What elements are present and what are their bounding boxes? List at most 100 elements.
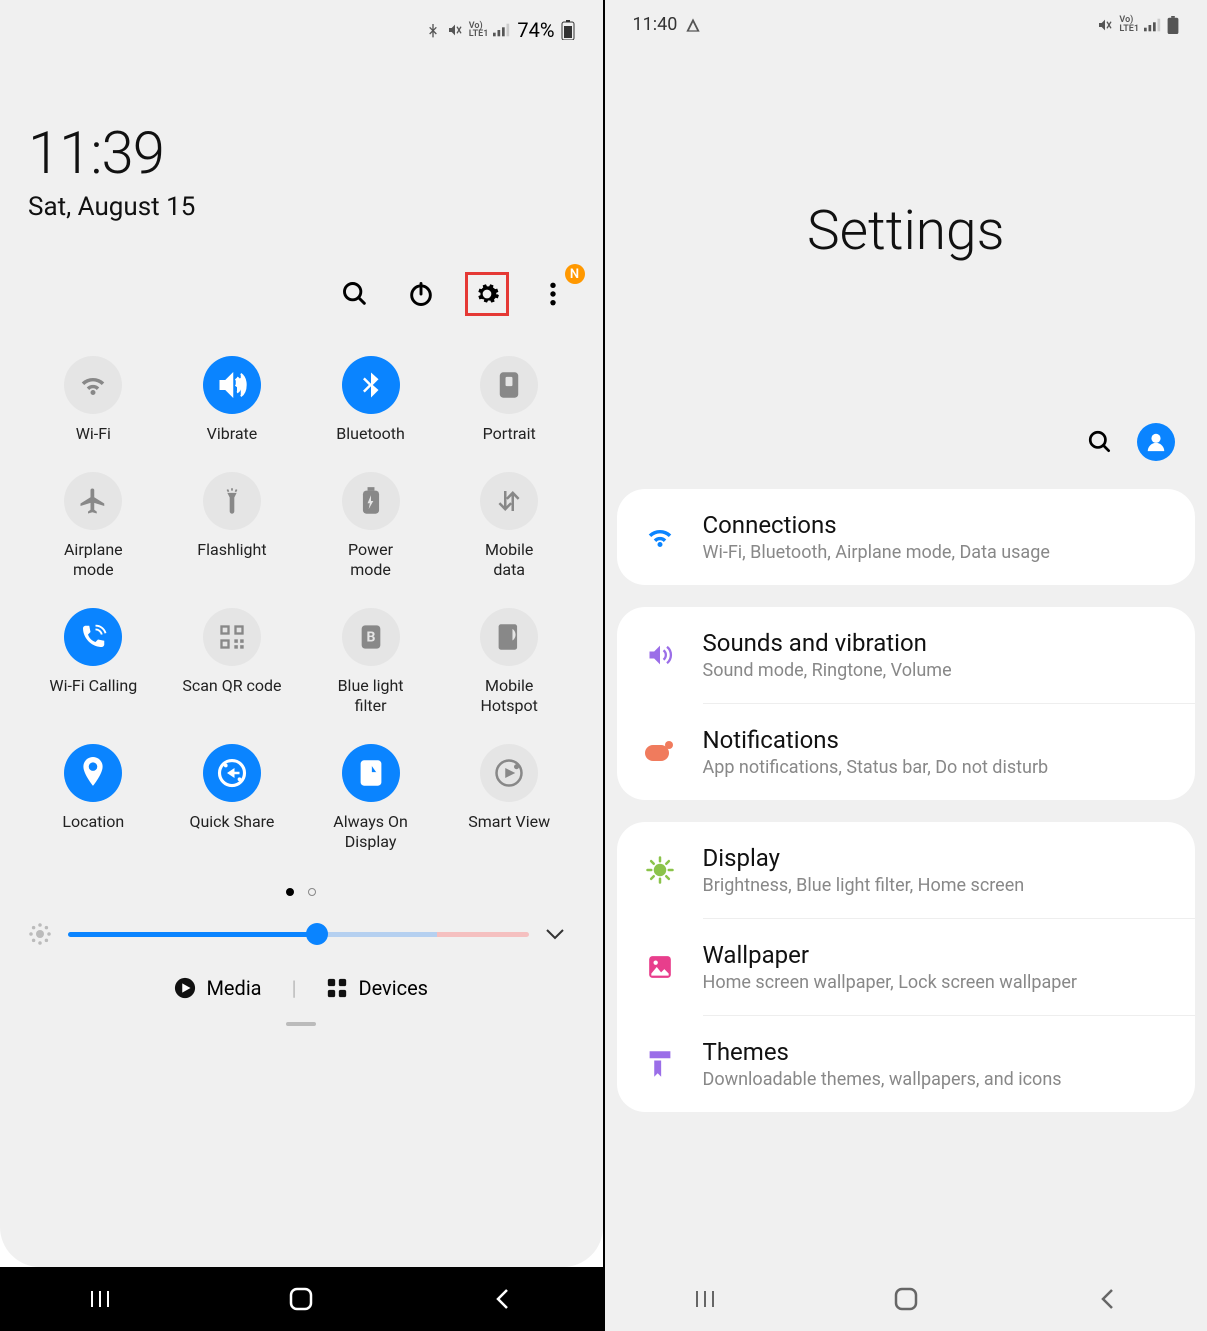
brightness-slider[interactable]: [68, 932, 529, 937]
media-label: Media: [206, 976, 261, 1000]
item-subtitle: App notifications, Status bar, Do not di…: [703, 757, 1170, 778]
qs-tile-mobiledata[interactable]: Mobiledata: [444, 472, 575, 580]
search-button[interactable]: [1087, 429, 1113, 455]
item-subtitle: Brightness, Blue light filter, Home scre…: [703, 875, 1170, 896]
bluetooth-icon: [342, 356, 400, 414]
tile-label: Quick Share: [189, 812, 274, 832]
nav-bar: [0, 1267, 603, 1331]
flashlight-icon: [203, 472, 261, 530]
home-button[interactable]: [876, 1286, 936, 1312]
separator: |: [280, 976, 309, 1000]
more-button[interactable]: N: [531, 272, 575, 316]
recents-button[interactable]: [675, 1289, 735, 1309]
qs-tile-hotspot[interactable]: MobileHotspot: [444, 608, 575, 716]
expand-brightness[interactable]: [545, 928, 575, 940]
settings-item-connections[interactable]: Connections Wi-Fi, Bluetooth, Airplane mo…: [617, 489, 1196, 585]
clock-section: 11:39 Sat, August 15: [0, 60, 603, 272]
qs-tile-portrait[interactable]: Portrait: [444, 356, 575, 444]
settings-button[interactable]: [465, 272, 509, 316]
brightness-icon: [28, 922, 52, 946]
drag-handle[interactable]: [286, 1022, 316, 1026]
devices-label: Devices: [358, 976, 428, 1000]
back-icon: [492, 1287, 512, 1311]
tile-label: Scan QR code: [182, 676, 281, 696]
qs-tile-power[interactable]: Powermode: [305, 472, 436, 580]
tile-label: Blue lightfilter: [338, 676, 404, 716]
qs-tile-smartview[interactable]: Smart View: [444, 744, 575, 852]
qs-tile-quickshare[interactable]: Quick Share: [167, 744, 298, 852]
more-vert-icon: [549, 281, 557, 307]
settings-list: Connections Wi-Fi, Bluetooth, Airplane mo…: [605, 489, 1207, 1112]
grid-icon: [326, 977, 348, 999]
svg-text:B: B: [366, 630, 375, 646]
tile-label: MobileHotspot: [481, 676, 538, 716]
page-title: Settings: [605, 49, 1207, 423]
qs-tile-location[interactable]: Location: [28, 744, 159, 852]
qs-tiles: Wi-Fi Vibrate BluetoothPortrait Airplanemod…: [0, 346, 603, 872]
settings-item-notifications[interactable]: NotificationsApp notifications, Status b…: [617, 704, 1196, 800]
back-button[interactable]: [472, 1287, 532, 1311]
settings-item-themes[interactable]: ThemesDownloadable themes, wallpapers, a…: [617, 1016, 1196, 1112]
power-button[interactable]: [399, 272, 443, 316]
settings-item-display[interactable]: DisplayBrightness, Blue light filter, Ho…: [617, 822, 1196, 918]
recents-icon: [693, 1289, 717, 1309]
settings-item-sounds-and-vibration[interactable]: Sounds and vibration Sound mode, Ringtone…: [617, 607, 1196, 703]
bluelight-icon: B: [342, 608, 400, 666]
settings-item-wallpaper[interactable]: WallpaperHome screen wallpaper, Lock scr…: [617, 919, 1196, 1015]
qs-tile-bluelight[interactable]: B Blue lightfilter: [305, 608, 436, 716]
settings-actions: [605, 423, 1207, 489]
qs-tile-flashlight[interactable]: Flashlight: [167, 472, 298, 580]
bluetooth-icon: [425, 22, 441, 38]
slider-thumb[interactable]: [306, 923, 328, 945]
qs-tile-wificalling[interactable]: Wi-Fi Calling: [28, 608, 159, 716]
home-button[interactable]: [271, 1286, 331, 1312]
status-bar: 11:40 Vo)LTE1: [605, 0, 1207, 49]
profile-button[interactable]: [1137, 423, 1175, 461]
smartview-icon: [480, 744, 538, 802]
dot-inactive: [308, 888, 316, 896]
qs-tile-vibrate[interactable]: Vibrate: [167, 356, 298, 444]
status-time: 11:40: [633, 14, 678, 35]
item-title: Sounds and vibration: [703, 629, 1170, 657]
tile-label: Smart View: [468, 812, 550, 832]
battery-icon: [1167, 16, 1179, 34]
devices-button[interactable]: Devices: [326, 976, 428, 1000]
wallpaper-icon: [643, 950, 677, 984]
item-subtitle: Sound mode, Ringtone, Volume: [703, 660, 1170, 681]
battery-icon: [561, 20, 575, 40]
item-title: Connections: [703, 511, 1170, 539]
clock-time: 11:39: [28, 120, 575, 188]
qs-tile-qr[interactable]: Scan QR code: [167, 608, 298, 716]
qs-tile-bluetooth[interactable]: Bluetooth: [305, 356, 436, 444]
tile-label: Vibrate: [207, 424, 258, 444]
wificalling-icon: [64, 608, 122, 666]
wifi-icon: [643, 520, 677, 554]
qs-tile-aod[interactable]: Always OnDisplay: [305, 744, 436, 852]
qs-tile-airplane[interactable]: Airplanemode: [28, 472, 159, 580]
search-button[interactable]: [333, 272, 377, 316]
home-icon: [288, 1286, 314, 1312]
item-subtitle: Wi-Fi, Bluetooth, Airplane mode, Data us…: [703, 542, 1170, 563]
sound-icon: [643, 638, 677, 672]
page-indicator[interactable]: [0, 872, 603, 912]
qs-bottom-row: Media | Devices: [0, 956, 603, 1014]
qs-action-row: N: [0, 272, 603, 346]
signal-icon: [1144, 18, 1162, 32]
status-bar: Vo)LTE1 74%: [0, 0, 603, 60]
mute-icon: [1096, 17, 1114, 33]
recents-icon: [88, 1289, 112, 1309]
media-button[interactable]: Media: [174, 976, 261, 1000]
back-button[interactable]: [1077, 1287, 1137, 1311]
qs-tile-wifi[interactable]: Wi-Fi: [28, 356, 159, 444]
tile-label: Mobiledata: [485, 540, 533, 580]
recents-button[interactable]: [70, 1289, 130, 1309]
power-icon: [407, 280, 435, 308]
settings-group: DisplayBrightness, Blue light filter, Ho…: [617, 822, 1196, 1112]
item-subtitle: Home screen wallpaper, Lock screen wallp…: [703, 972, 1170, 993]
clock-date: Sat, August 15: [28, 192, 575, 222]
item-subtitle: Downloadable themes, wallpapers, and ico…: [703, 1069, 1170, 1090]
tile-label: Airplanemode: [64, 540, 123, 580]
tile-label: Location: [62, 812, 124, 832]
tile-label: Flashlight: [197, 540, 266, 560]
qr-icon: [203, 608, 261, 666]
